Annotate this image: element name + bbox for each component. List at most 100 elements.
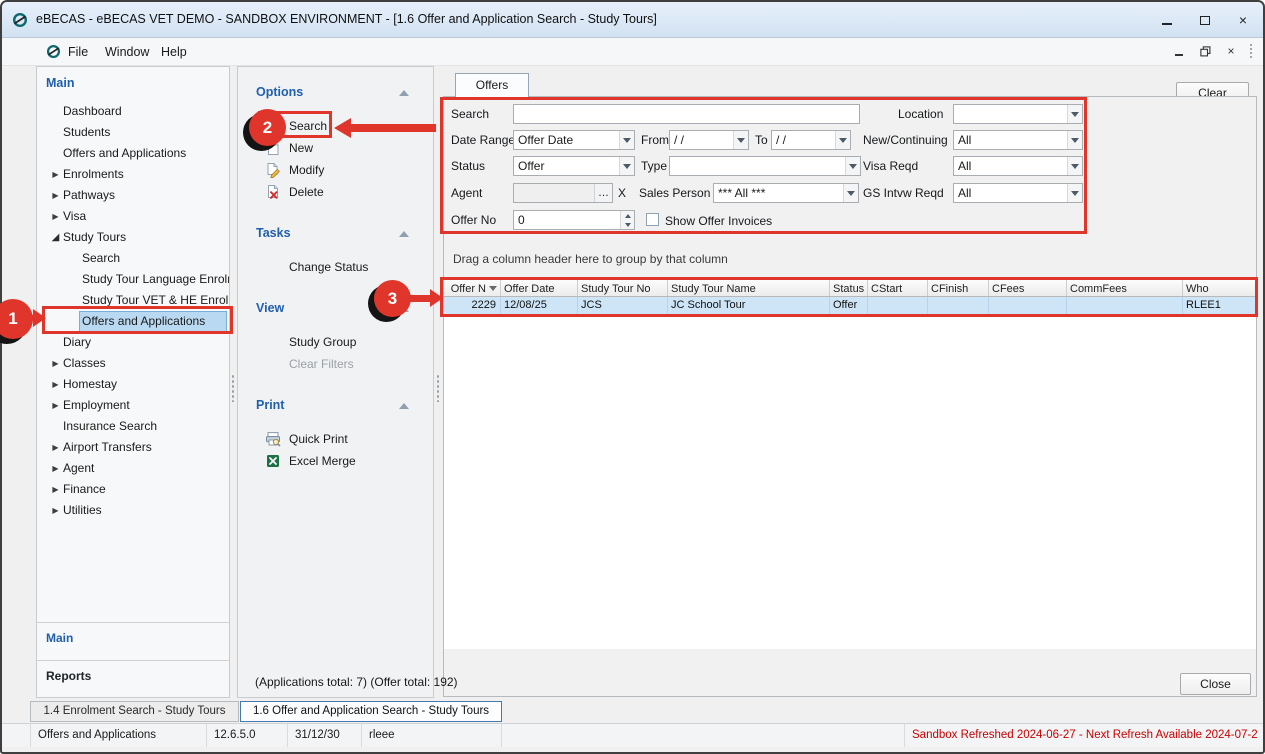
tree-item-label: Employment xyxy=(63,398,130,412)
tree-item-insurance-search[interactable]: Insurance Search xyxy=(37,416,229,437)
expand-icon[interactable]: ▶ xyxy=(49,353,62,374)
action-label: Quick Print xyxy=(289,429,348,449)
titlebar: eBECAS - eBECAS VET DEMO - SANDBOX ENVIR… xyxy=(2,2,1263,38)
annotation-arrow-right-icon xyxy=(33,309,46,327)
tree-item-label: Homestay xyxy=(63,377,117,391)
expand-icon[interactable]: ▶ xyxy=(49,374,62,395)
group-title-print[interactable]: Print xyxy=(256,398,284,412)
grid-body xyxy=(444,297,1256,649)
annotation-box-result-row xyxy=(440,277,1258,317)
annotation-box-search-form xyxy=(440,97,1087,234)
sidebar-title: Main xyxy=(46,76,74,90)
action-label: Study Group xyxy=(289,332,356,352)
group-by-drop-zone[interactable]: Drag a column header here to group by th… xyxy=(453,252,728,266)
tree-item-utilities[interactable]: ▶Utilities xyxy=(37,500,229,521)
tree-item-study-tours[interactable]: ◢Study Tours xyxy=(37,227,229,248)
action-label: Delete xyxy=(289,182,324,202)
expand-icon[interactable]: ▶ xyxy=(49,164,62,185)
tree-item-label: Classes xyxy=(63,356,106,370)
group-title-options[interactable]: Options xyxy=(256,85,303,99)
actions-panel: Options Search New Modify Delete Tasks C… xyxy=(237,66,434,698)
tree-item-offers-and-applications[interactable]: Offers and Applications xyxy=(37,143,229,164)
document-tab-enrolment-search[interactable]: 1.4 Enrolment Search - Study Tours xyxy=(30,701,239,722)
mdi-restore-icon xyxy=(1200,46,1211,57)
action-quick-print[interactable]: Quick Print xyxy=(238,429,433,449)
expand-icon[interactable]: ▶ xyxy=(49,395,62,416)
statusbar-user: rleee xyxy=(362,724,502,747)
statusbar-panel-name: Offers and Applications xyxy=(30,724,207,747)
action-clear-filters[interactable]: Clear Filters xyxy=(238,354,433,374)
tree-item-label: Search xyxy=(82,251,120,265)
collapse-arrow-icon[interactable] xyxy=(399,403,409,409)
splitter-handle[interactable] xyxy=(436,374,440,402)
app-logo-small-icon xyxy=(46,44,61,59)
action-label: Modify xyxy=(289,160,324,180)
menubar-grip xyxy=(1249,43,1253,59)
group-title-view[interactable]: View xyxy=(256,301,284,315)
tree-item-finance[interactable]: ▶Finance xyxy=(37,479,229,500)
tree-item-students[interactable]: Students xyxy=(37,122,229,143)
tree-item-study-tour-language-enrolments[interactable]: Study Tour Language Enrolme xyxy=(37,269,229,290)
collapse-arrow-icon[interactable] xyxy=(399,90,409,96)
navigation-sidebar: Main Dashboard Students Offers and Appli… xyxy=(36,66,230,698)
annotation-step-2: 2 xyxy=(249,109,286,146)
statusbar-sandbox-note: Sandbox Refreshed 2024-06-27 - Next Refr… xyxy=(905,724,1257,747)
tree-item-homestay[interactable]: ▶Homestay xyxy=(37,374,229,395)
action-label: Clear Filters xyxy=(289,354,354,374)
expand-icon[interactable]: ▶ xyxy=(49,500,62,521)
action-delete[interactable]: Delete xyxy=(238,182,433,202)
excel-icon xyxy=(265,453,281,469)
tree-item-pathways[interactable]: ▶Pathways xyxy=(37,185,229,206)
modify-pencil-icon xyxy=(265,162,281,178)
mdi-restore-button[interactable] xyxy=(1197,43,1213,59)
maximize-button[interactable] xyxy=(1190,9,1220,31)
maximize-icon xyxy=(1200,16,1210,25)
sidebar-section-reports[interactable]: Reports xyxy=(37,660,229,698)
close-panel-button[interactable]: Close xyxy=(1180,673,1251,695)
tree-item-visa[interactable]: ▶Visa xyxy=(37,206,229,227)
tree-item-diary[interactable]: Diary xyxy=(37,332,229,353)
tab-offers[interactable]: Offers xyxy=(455,73,529,97)
expand-icon[interactable]: ▶ xyxy=(49,206,62,227)
annotation-arrow-shaft xyxy=(350,124,436,132)
splitter-handle[interactable] xyxy=(231,374,235,402)
statusbar-version: 12.6.5.0 xyxy=(207,724,288,747)
action-excel-merge[interactable]: Excel Merge xyxy=(238,451,433,471)
action-label: New xyxy=(289,138,313,158)
tree-item-airport-transfers[interactable]: ▶Airport Transfers xyxy=(37,437,229,458)
action-study-group[interactable]: Study Group xyxy=(238,332,433,352)
group-title-tasks[interactable]: Tasks xyxy=(256,226,291,240)
collapse-icon[interactable]: ◢ xyxy=(49,227,62,248)
minimize-button[interactable] xyxy=(1152,9,1182,31)
tree-item-employment[interactable]: ▶Employment xyxy=(37,395,229,416)
expand-icon[interactable]: ▶ xyxy=(49,185,62,206)
action-modify[interactable]: Modify xyxy=(238,160,433,180)
expand-icon[interactable]: ▶ xyxy=(49,479,62,500)
menu-file[interactable]: File xyxy=(64,43,92,61)
action-change-status[interactable]: Change Status xyxy=(238,257,433,277)
tree-item-label: Study Tour VET & HE Enrolme xyxy=(82,293,229,307)
menu-window[interactable]: Window xyxy=(101,43,153,61)
tree-item-study-tours-search[interactable]: Search xyxy=(37,248,229,269)
mdi-close-button[interactable]: × xyxy=(1223,43,1239,59)
statusbar-spacer xyxy=(502,724,905,747)
tree-item-label: Utilities xyxy=(63,503,102,517)
menu-help[interactable]: Help xyxy=(157,43,191,61)
tree-item-dashboard[interactable]: Dashboard xyxy=(37,101,229,122)
expand-icon[interactable]: ▶ xyxy=(49,437,62,458)
tree-item-label: Study Tour Language Enrolme xyxy=(82,272,229,286)
tree-item-enrolments[interactable]: ▶Enrolments xyxy=(37,164,229,185)
tree-item-label: Finance xyxy=(63,482,106,496)
tree-item-classes[interactable]: ▶Classes xyxy=(37,353,229,374)
mdi-minimize-button[interactable] xyxy=(1171,43,1187,59)
sidebar-section-main[interactable]: Main xyxy=(37,622,229,658)
tree-item-agent[interactable]: ▶Agent xyxy=(37,458,229,479)
app-logo-icon xyxy=(12,12,28,28)
action-label: Change Status xyxy=(289,257,368,277)
expand-icon[interactable]: ▶ xyxy=(49,458,62,479)
collapse-arrow-icon[interactable] xyxy=(399,231,409,237)
statusbar-date: 31/12/30 xyxy=(288,724,362,747)
close-button[interactable]: × xyxy=(1228,9,1258,31)
document-tab-offer-application-search[interactable]: 1.6 Offer and Application Search - Study… xyxy=(240,701,502,722)
printer-icon xyxy=(265,431,281,447)
